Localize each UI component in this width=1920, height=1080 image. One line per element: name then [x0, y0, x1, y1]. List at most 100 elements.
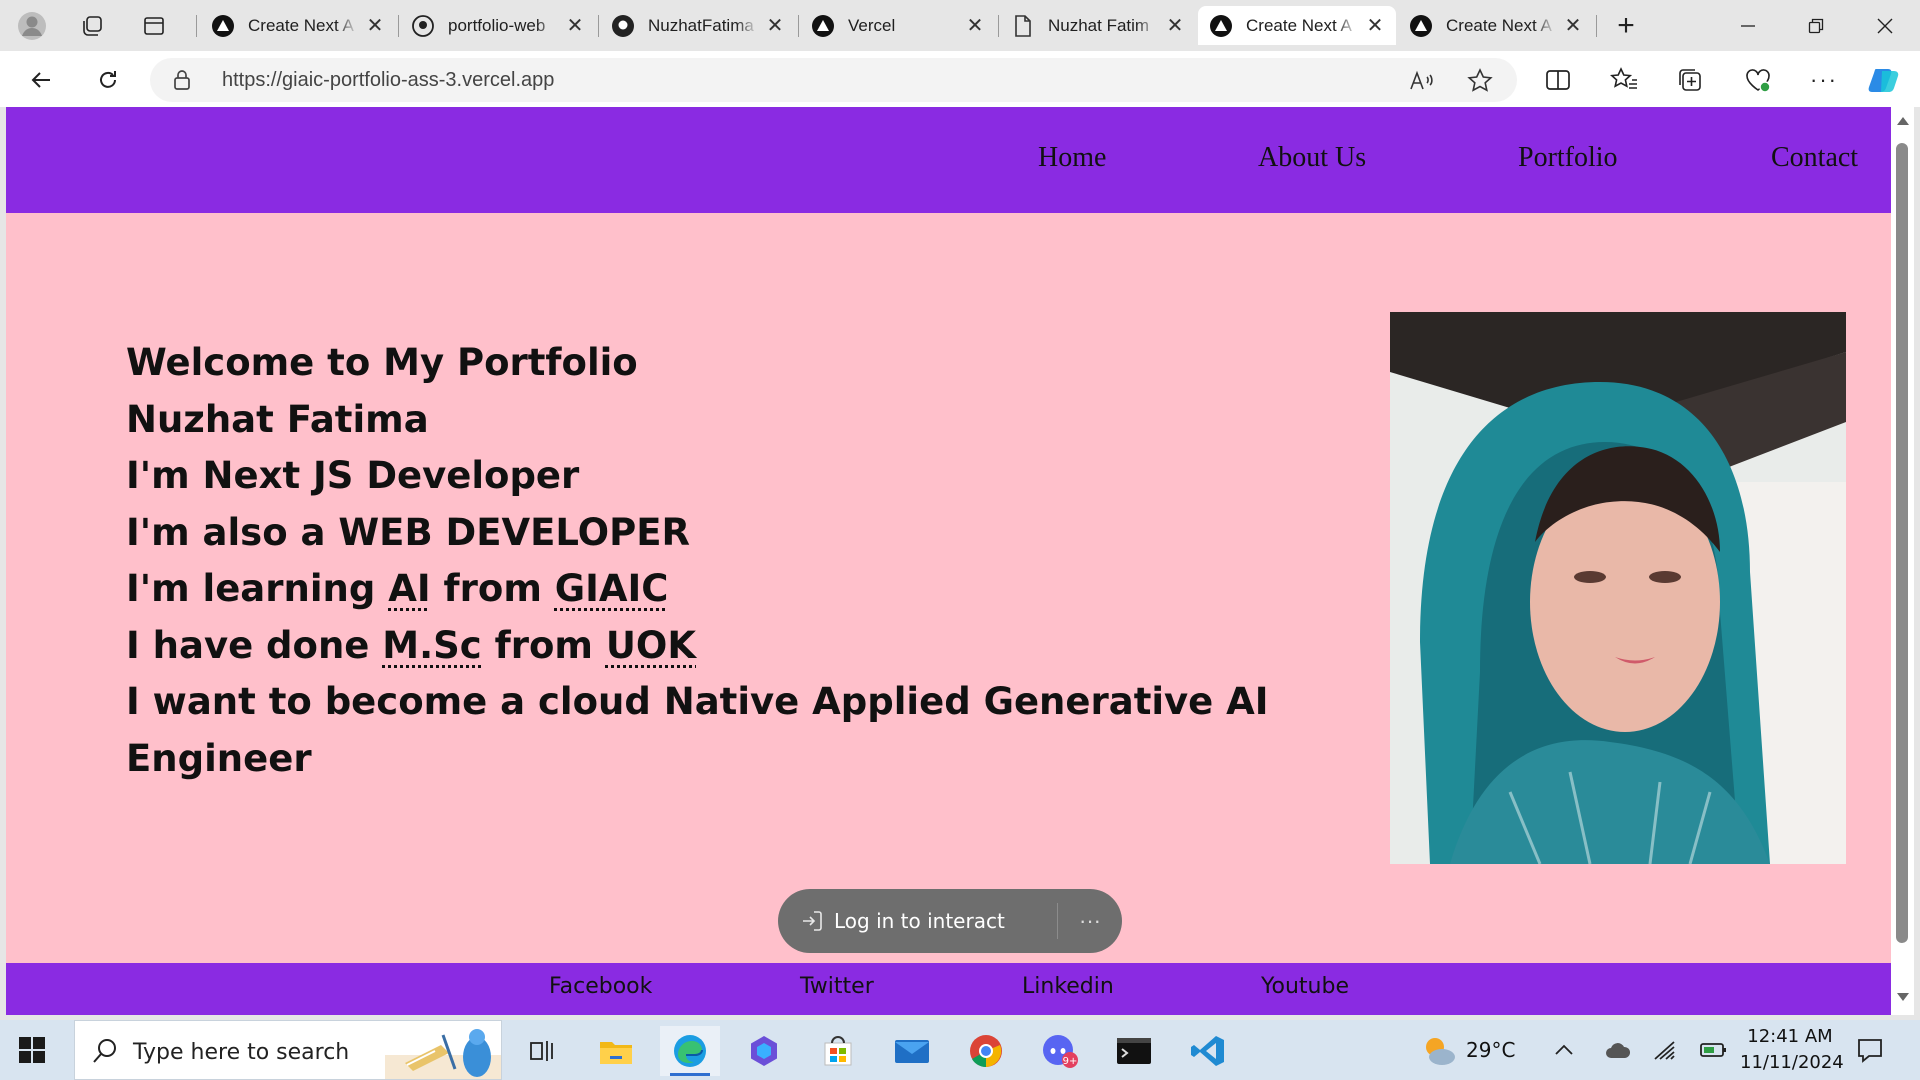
tab-1[interactable]: portfolio-web ✕ [400, 6, 596, 45]
favorites-button[interactable] [1606, 62, 1642, 98]
weather-widget[interactable]: 29°C [1420, 1020, 1515, 1080]
tab-3[interactable]: Vercel ✕ [800, 6, 996, 45]
abbr-ai: AI [388, 567, 431, 610]
hero-role-2: I'm also a WEB DEVELOPER [126, 510, 691, 554]
vertical-tabs-button[interactable] [138, 10, 170, 42]
toolbar-more-button[interactable]: ··· [1058, 908, 1122, 934]
start-button[interactable] [16, 1034, 48, 1066]
mail-icon [895, 1040, 929, 1063]
taskbar-clock[interactable]: 12:41 AM 11/11/2024 [1740, 1024, 1844, 1076]
tab-title: Create Next A [1446, 15, 1552, 35]
hero-goal-cont: Engineer [126, 736, 312, 780]
taskbar-file-explorer[interactable] [586, 1026, 646, 1076]
close-icon[interactable]: ✕ [564, 15, 586, 37]
close-window-button[interactable] [1862, 8, 1908, 44]
taskbar-discord[interactable]: 9+ [1030, 1026, 1090, 1076]
taskbar-vscode[interactable] [1178, 1026, 1238, 1076]
close-icon[interactable]: ✕ [764, 15, 786, 37]
favorite-star-icon[interactable] [1466, 67, 1494, 95]
vercel-icon [1408, 13, 1434, 39]
tab-0[interactable]: Create Next A ✕ [200, 6, 396, 45]
clock-time: 12:41 AM [1747, 1026, 1833, 1047]
read-aloud-icon[interactable] [1407, 67, 1435, 95]
refresh-button[interactable] [89, 61, 127, 99]
text-span: from [481, 623, 606, 667]
footer-youtube-link[interactable]: Youtube [1261, 974, 1349, 999]
task-view-button[interactable] [512, 1026, 572, 1076]
show-hidden-icons-button[interactable] [1554, 1020, 1574, 1080]
browser-essentials-button[interactable] [1740, 62, 1776, 98]
tab-4[interactable]: Nuzhat Fatim ✕ [1000, 6, 1196, 45]
profile-button[interactable] [14, 9, 50, 43]
footer-twitter-link[interactable]: Twitter [800, 974, 874, 999]
taskbar-copilot[interactable] [734, 1026, 794, 1076]
discord-icon: 9+ [1043, 1035, 1078, 1068]
settings-more-button[interactable]: ··· [1806, 62, 1842, 98]
tab-5-active[interactable]: Create Next A ✕ [1198, 6, 1396, 45]
taskbar-chrome[interactable] [956, 1026, 1016, 1076]
nav-home-link[interactable]: Home [1038, 142, 1106, 174]
profile-icon [18, 12, 46, 40]
search-icon [91, 1037, 119, 1070]
tab-6[interactable]: Create Next A ✕ [1398, 6, 1594, 45]
scroll-up-arrow[interactable] [1897, 117, 1909, 125]
tab-title: Create Next A [1246, 15, 1352, 35]
tab-separator [196, 15, 197, 37]
vertical-scrollbar[interactable] [1891, 107, 1914, 1015]
collections-button[interactable] [1672, 62, 1708, 98]
notifications-button[interactable] [1856, 1020, 1884, 1080]
footer-linkedin-link[interactable]: Linkedin [1022, 974, 1114, 999]
document-icon [1010, 13, 1036, 39]
tab-2[interactable]: NuzhatFatima ✕ [600, 6, 796, 45]
hero-goal: I want to become a cloud Native Applied … [126, 680, 1269, 723]
tab-strip: Create Next A ✕ portfolio-web ✕ NuzhatFa… [0, 0, 1920, 51]
close-icon[interactable]: ✕ [964, 15, 986, 37]
github-icon [410, 13, 436, 39]
new-tab-button[interactable]: + [1610, 9, 1642, 42]
login-to-interact-button[interactable]: Log in to interact [778, 903, 1058, 939]
taskbar-store[interactable] [808, 1026, 868, 1076]
close-icon[interactable]: ✕ [1364, 15, 1386, 37]
close-icon[interactable]: ✕ [1562, 15, 1584, 37]
nav-about-link[interactable]: About Us [1258, 142, 1366, 174]
abbr-uok: UOK [605, 623, 697, 667]
footer-facebook-link[interactable]: Facebook [549, 974, 652, 999]
chevron-up-icon [1555, 1044, 1573, 1055]
back-button[interactable] [22, 61, 60, 99]
taskbar-search[interactable]: Type here to search [74, 1020, 502, 1080]
clock-date: 11/11/2024 [1740, 1052, 1844, 1073]
address-bar[interactable]: https://giaic-portfolio-ass-3.vercel.app [150, 58, 1517, 102]
search-highlight-illustration [385, 1029, 501, 1079]
vercel-icon [810, 13, 836, 39]
weather-partly-cloudy-icon [1426, 1038, 1455, 1065]
workspaces-button[interactable] [76, 10, 108, 42]
taskbar-edge[interactable] [660, 1026, 720, 1076]
wifi-tray-icon[interactable] [1652, 1020, 1678, 1080]
scroll-down-arrow[interactable] [1897, 993, 1909, 1001]
nav-contact-link[interactable]: Contact [1771, 142, 1858, 174]
refresh-icon [100, 71, 116, 88]
text-span: I'm learning [126, 567, 389, 610]
battery-charging-icon [1700, 1043, 1726, 1057]
scrollbar-thumb[interactable] [1896, 143, 1908, 943]
folder-icon [600, 1042, 632, 1064]
chrome-icon [970, 1035, 1002, 1068]
favorites-icon [1610, 67, 1637, 89]
battery-tray-icon[interactable] [1700, 1020, 1728, 1080]
edge-icon [674, 1035, 706, 1067]
taskbar-mail[interactable] [882, 1026, 942, 1076]
taskbar-terminal[interactable] [1104, 1026, 1164, 1076]
split-screen-button[interactable] [1540, 62, 1576, 98]
onedrive-tray-icon[interactable] [1604, 1020, 1632, 1080]
site-header: Home About Us Portfolio Contact [6, 107, 1891, 213]
copilot-icon [1868, 69, 1899, 92]
restore-button[interactable] [1793, 8, 1839, 44]
close-icon[interactable]: ✕ [364, 15, 386, 37]
close-icon[interactable]: ✕ [1164, 15, 1186, 37]
nav-portfolio-link[interactable]: Portfolio [1518, 142, 1618, 174]
tab-title: Vercel [848, 15, 896, 35]
copilot-button[interactable] [1866, 62, 1902, 98]
minimize-button[interactable] [1725, 8, 1771, 44]
hero-education: I have done M.Sc from UOK [126, 618, 1269, 675]
notification-icon [1858, 1039, 1882, 1063]
